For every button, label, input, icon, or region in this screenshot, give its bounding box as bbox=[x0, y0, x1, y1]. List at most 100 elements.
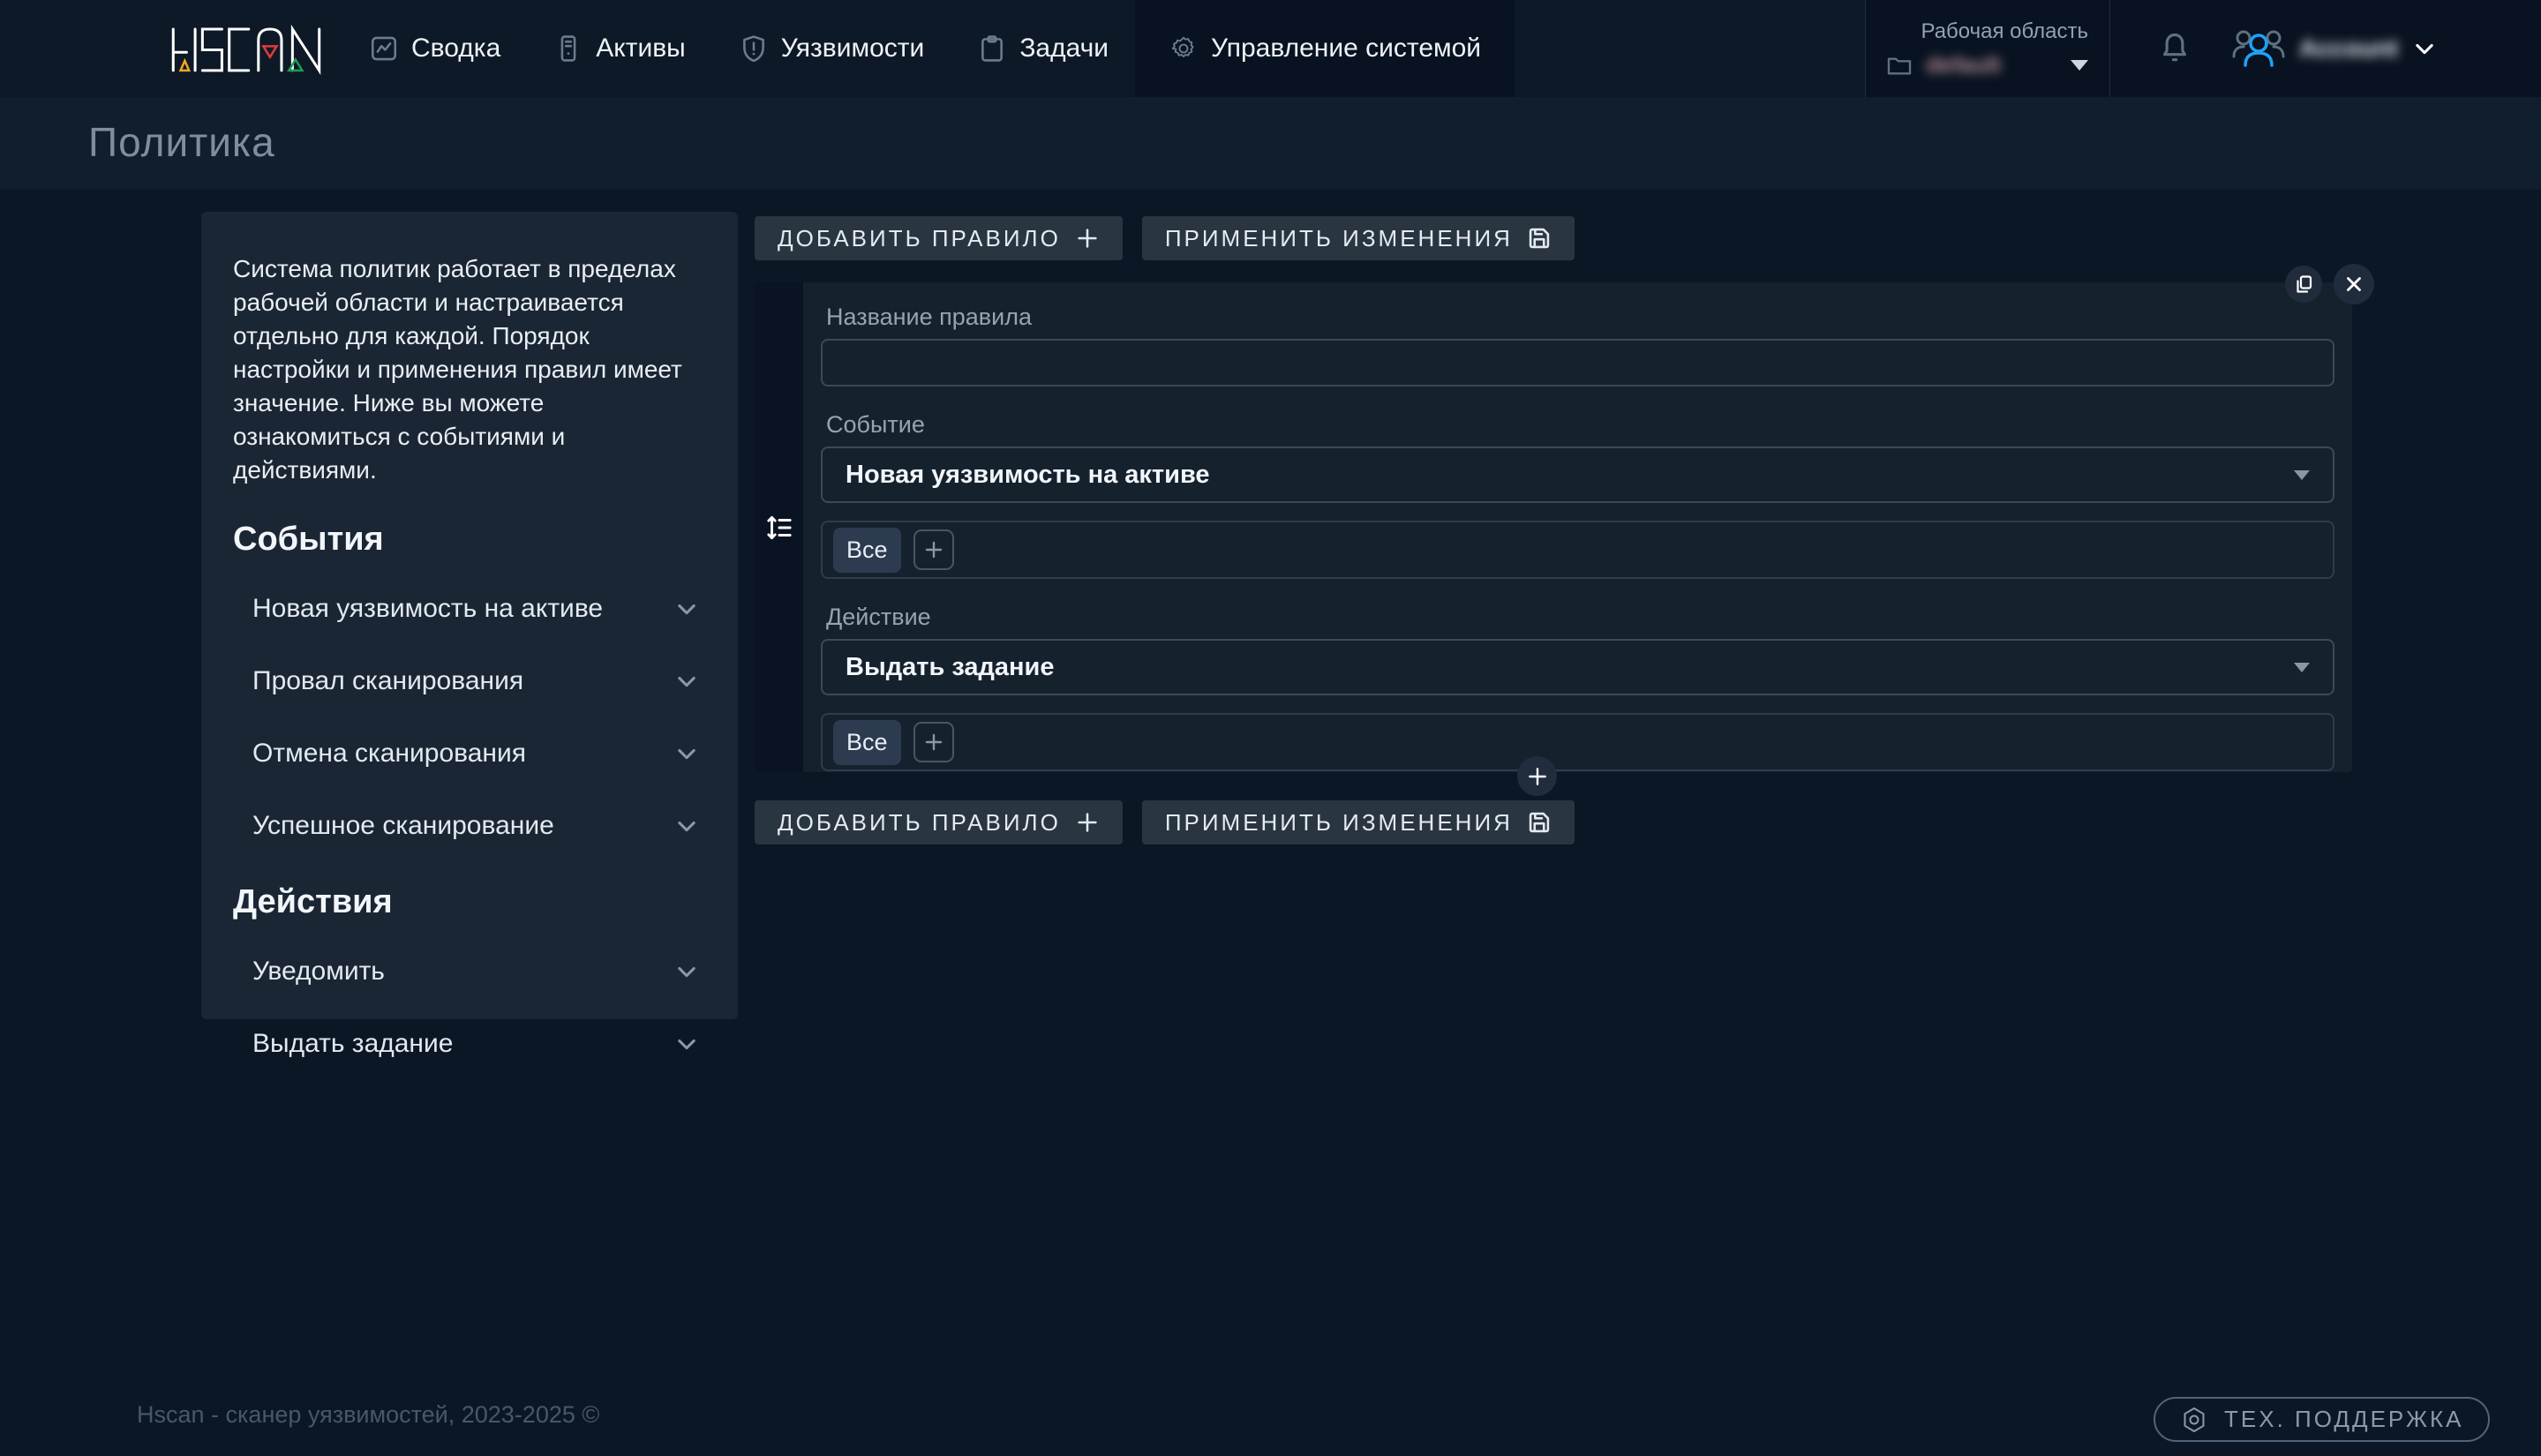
nav-tab-label: Уязвимости bbox=[781, 34, 925, 64]
action-select[interactable]: Выдать задание bbox=[821, 639, 2334, 695]
action-scope-box: Все bbox=[821, 713, 2334, 771]
plus-icon bbox=[923, 539, 944, 560]
user-menu[interactable]: Account bbox=[2232, 26, 2437, 71]
caret-down-icon bbox=[2294, 470, 2310, 480]
accordion-item-new-vulnerability[interactable]: Новая уязвимость на активе bbox=[233, 573, 704, 645]
apply-changes-button[interactable]: ПРИМЕНИТЬ ИЗМЕНЕНИЯ bbox=[1142, 216, 1575, 260]
accordion-label: Уведомить bbox=[252, 957, 385, 987]
apply-changes-label: ПРИМЕНИТЬ ИЗМЕНЕНИЯ bbox=[1165, 809, 1513, 837]
chart-icon bbox=[369, 34, 399, 64]
notifications-button[interactable] bbox=[2158, 30, 2191, 67]
plus-icon bbox=[1075, 810, 1100, 835]
rules-toolbar-top: ДОБАВИТЬ ПРАВИЛО ПРИМЕНИТЬ ИЗМЕНЕНИЯ bbox=[755, 216, 1575, 260]
event-scope-box: Все bbox=[821, 521, 2334, 579]
close-icon bbox=[2342, 273, 2365, 296]
accordion-label: Выдать задание bbox=[252, 1029, 453, 1059]
caret-down-icon bbox=[2294, 663, 2310, 672]
user-group-icon bbox=[2232, 26, 2285, 71]
rule-name-input[interactable] bbox=[821, 339, 2334, 387]
apply-changes-button-bottom[interactable]: ПРИМЕНИТЬ ИЗМЕНЕНИЯ bbox=[1142, 800, 1575, 844]
action-select-value: Выдать задание bbox=[846, 653, 1055, 682]
hex-nut-icon bbox=[2180, 1406, 2208, 1434]
action-label: Действие bbox=[826, 604, 2334, 631]
plus-icon bbox=[1526, 765, 1549, 788]
event-scope-chip-all[interactable]: Все bbox=[833, 528, 901, 573]
chevron-down-icon bbox=[674, 814, 699, 838]
plus-icon bbox=[1075, 226, 1100, 251]
apply-changes-label: ПРИМЕНИТЬ ИЗМЕНЕНИЯ bbox=[1165, 225, 1513, 252]
clipboard-icon bbox=[977, 34, 1007, 64]
add-rule-button-bottom[interactable]: ДОБАВИТЬ ПРАВИЛО bbox=[755, 800, 1123, 844]
shield-exclamation-icon bbox=[739, 34, 769, 64]
rule-name-label: Название правила bbox=[826, 304, 2334, 331]
event-select[interactable]: Новая уязвимость на активе bbox=[821, 447, 2334, 503]
policy-info-panel: Система политик работает в пределах рабо… bbox=[201, 212, 738, 1019]
actions-heading: Действия bbox=[233, 883, 704, 921]
add-rule-button[interactable]: ДОБАВИТЬ ПРАВИЛО bbox=[755, 216, 1123, 260]
accordion-item-scan-success[interactable]: Успешное сканирование bbox=[233, 790, 704, 862]
hscan-logo-icon bbox=[166, 19, 327, 80]
main-nav: Сводка Активы Уязвимости Задачи Управлен… bbox=[342, 0, 1515, 97]
accordion-label: Отмена сканирования bbox=[252, 739, 526, 769]
nav-tab-label: Управление системой bbox=[1211, 34, 1481, 64]
plus-icon bbox=[923, 732, 944, 753]
tab-summary[interactable]: Сводка bbox=[342, 0, 527, 97]
caret-down-icon bbox=[2071, 60, 2088, 71]
page-title: Политика bbox=[88, 118, 275, 166]
workspace-value: default bbox=[1926, 51, 2001, 79]
gear-icon bbox=[1169, 34, 1199, 64]
navbar-right-section: Рабочая область default bbox=[1865, 0, 2541, 97]
chevron-down-icon bbox=[674, 597, 699, 621]
duplicate-rule-button[interactable] bbox=[2285, 266, 2322, 303]
accordion-label: Успешное сканирование bbox=[252, 811, 554, 841]
copyright-text: Hscan - сканер уязвимостей, 2023-2025 © bbox=[137, 1401, 599, 1429]
chevron-down-icon bbox=[674, 741, 699, 766]
copy-icon bbox=[2293, 274, 2314, 295]
rule-card: Название правила Событие Новая уязвимост… bbox=[755, 282, 2352, 772]
event-label: Событие bbox=[826, 411, 2334, 439]
hscan-logo[interactable] bbox=[166, 19, 327, 78]
event-select-value: Новая уязвимость на активе bbox=[846, 461, 1210, 490]
add-rule-label: ДОБАВИТЬ ПРАВИЛО bbox=[778, 809, 1061, 837]
top-navbar: Сводка Активы Уязвимости Задачи Управлен… bbox=[0, 0, 2541, 97]
rule-card-body: Название правила Событие Новая уязвимост… bbox=[803, 282, 2352, 772]
rules-toolbar-bottom: ДОБАВИТЬ ПРАВИЛО ПРИМЕНИТЬ ИЗМЕНЕНИЯ bbox=[755, 800, 1575, 844]
events-heading: События bbox=[233, 521, 704, 559]
support-label: ТЕХ. ПОДДЕРЖКА bbox=[2224, 1406, 2463, 1433]
chevron-down-icon bbox=[2412, 36, 2437, 61]
tab-vulnerabilities[interactable]: Уязвимости bbox=[712, 0, 951, 97]
save-icon bbox=[1527, 226, 1552, 251]
nav-tab-label: Активы bbox=[596, 34, 685, 64]
accordion-item-notify[interactable]: Уведомить bbox=[233, 935, 704, 1008]
accordion-item-scan-failed[interactable]: Провал сканирования bbox=[233, 645, 704, 717]
accordion-item-scan-cancelled[interactable]: Отмена сканирования bbox=[233, 717, 704, 790]
bell-icon bbox=[2158, 30, 2191, 67]
nav-tab-label: Сводка bbox=[411, 34, 500, 64]
accordion-label: Провал сканирования bbox=[252, 666, 523, 696]
action-scope-chip-all[interactable]: Все bbox=[833, 720, 901, 765]
workspace-label: Рабочая область bbox=[1921, 19, 2088, 44]
save-icon bbox=[1527, 810, 1552, 835]
remove-rule-button[interactable] bbox=[2334, 264, 2374, 304]
page-header-band: Политика bbox=[0, 97, 2541, 190]
accordion-label: Новая уязвимость на активе bbox=[252, 594, 603, 624]
nav-tab-label: Задачи bbox=[1019, 34, 1109, 64]
chevron-down-icon bbox=[674, 959, 699, 984]
chevron-down-icon bbox=[674, 669, 699, 694]
accordion-item-issue-task[interactable]: Выдать задание bbox=[233, 1008, 704, 1080]
tab-system-management[interactable]: Управление системой bbox=[1135, 0, 1515, 97]
add-event-scope-button[interactable] bbox=[913, 529, 954, 570]
add-rule-label: ДОБАВИТЬ ПРАВИЛО bbox=[778, 225, 1061, 252]
tab-assets[interactable]: Активы bbox=[527, 0, 711, 97]
tab-tasks[interactable]: Задачи bbox=[951, 0, 1135, 97]
insert-rule-button[interactable] bbox=[1517, 756, 1557, 796]
workspace-selector[interactable]: Рабочая область default bbox=[1866, 0, 2110, 97]
chevron-down-icon bbox=[674, 1032, 699, 1056]
add-action-scope-button[interactable] bbox=[913, 722, 954, 762]
support-button[interactable]: ТЕХ. ПОДДЕРЖКА bbox=[2154, 1397, 2490, 1442]
server-icon bbox=[553, 34, 583, 64]
user-name: Account bbox=[2299, 34, 2398, 63]
folder-icon bbox=[1885, 51, 1913, 79]
rule-reorder-handle[interactable] bbox=[755, 282, 803, 772]
panel-description: Система политик работает в пределах рабо… bbox=[233, 252, 704, 487]
